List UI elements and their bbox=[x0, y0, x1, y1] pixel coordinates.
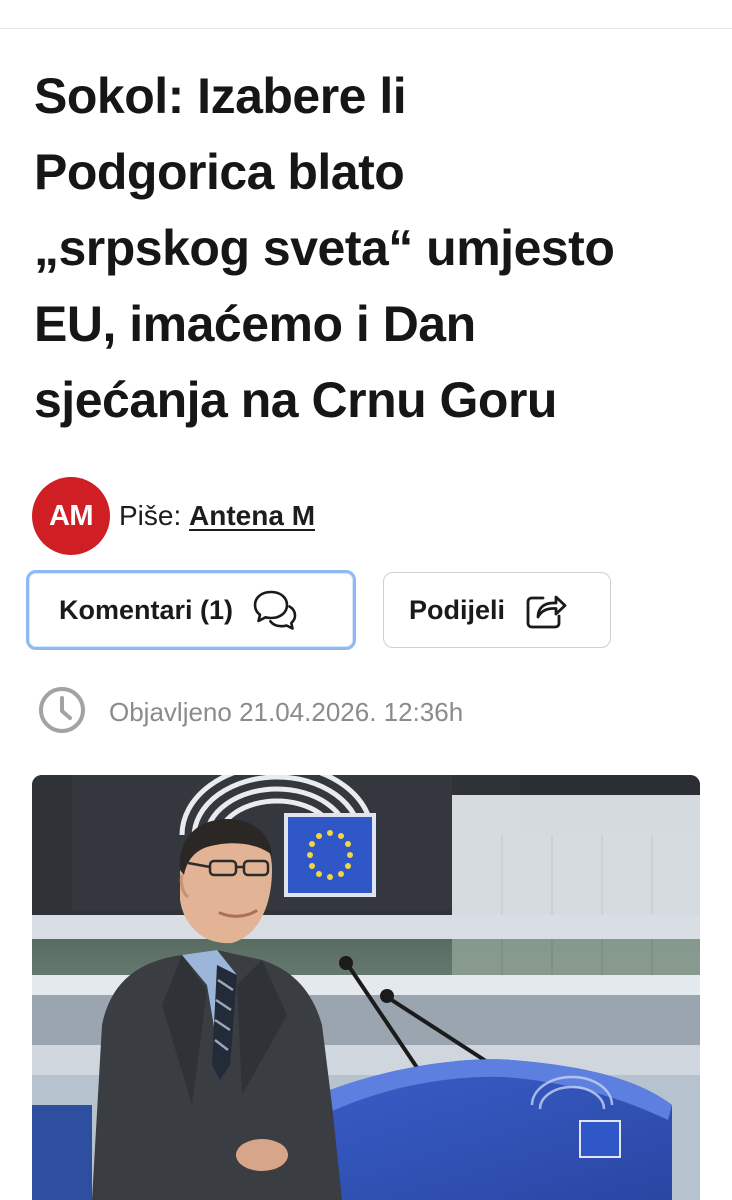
headline-line: EU, imaćemo i Dan bbox=[34, 296, 476, 352]
author-avatar[interactable]: AM bbox=[32, 477, 110, 555]
author-name-link[interactable]: Antena M bbox=[189, 500, 315, 531]
top-divider bbox=[0, 28, 732, 29]
clock-icon bbox=[37, 685, 87, 740]
author-prefix: Piše: bbox=[119, 500, 182, 531]
article-headline: Sokol: Izabere li Podgorica blato „srpsk… bbox=[34, 58, 714, 438]
comments-button[interactable]: Komentari (1) bbox=[26, 570, 356, 650]
published-info: Objavljeno 21.04.2026. 12:36h bbox=[37, 686, 463, 738]
photo-illustration bbox=[32, 775, 700, 1200]
chat-bubbles-icon bbox=[251, 588, 299, 632]
headline-line: Sokol: Izabere li bbox=[34, 68, 407, 124]
author-byline: AM Piše: Antena M bbox=[32, 476, 315, 556]
headline-line: sjećanja na Crnu Goru bbox=[34, 372, 557, 428]
article-photo[interactable] bbox=[32, 775, 700, 1200]
headline-line: „srpskog sveta“ umjesto bbox=[34, 220, 615, 276]
headline-line: Podgorica blato bbox=[34, 144, 405, 200]
share-button-label: Podijeli bbox=[409, 594, 506, 625]
share-button[interactable]: Podijeli bbox=[383, 572, 611, 648]
published-date: Objavljeno 21.04.2026. 12:36h bbox=[109, 696, 464, 727]
comments-button-label: Komentari (1) bbox=[59, 594, 234, 625]
author-text: Piše: Antena M bbox=[119, 500, 315, 532]
avatar-initials: AM bbox=[48, 499, 94, 532]
share-arrow-icon bbox=[523, 588, 569, 632]
